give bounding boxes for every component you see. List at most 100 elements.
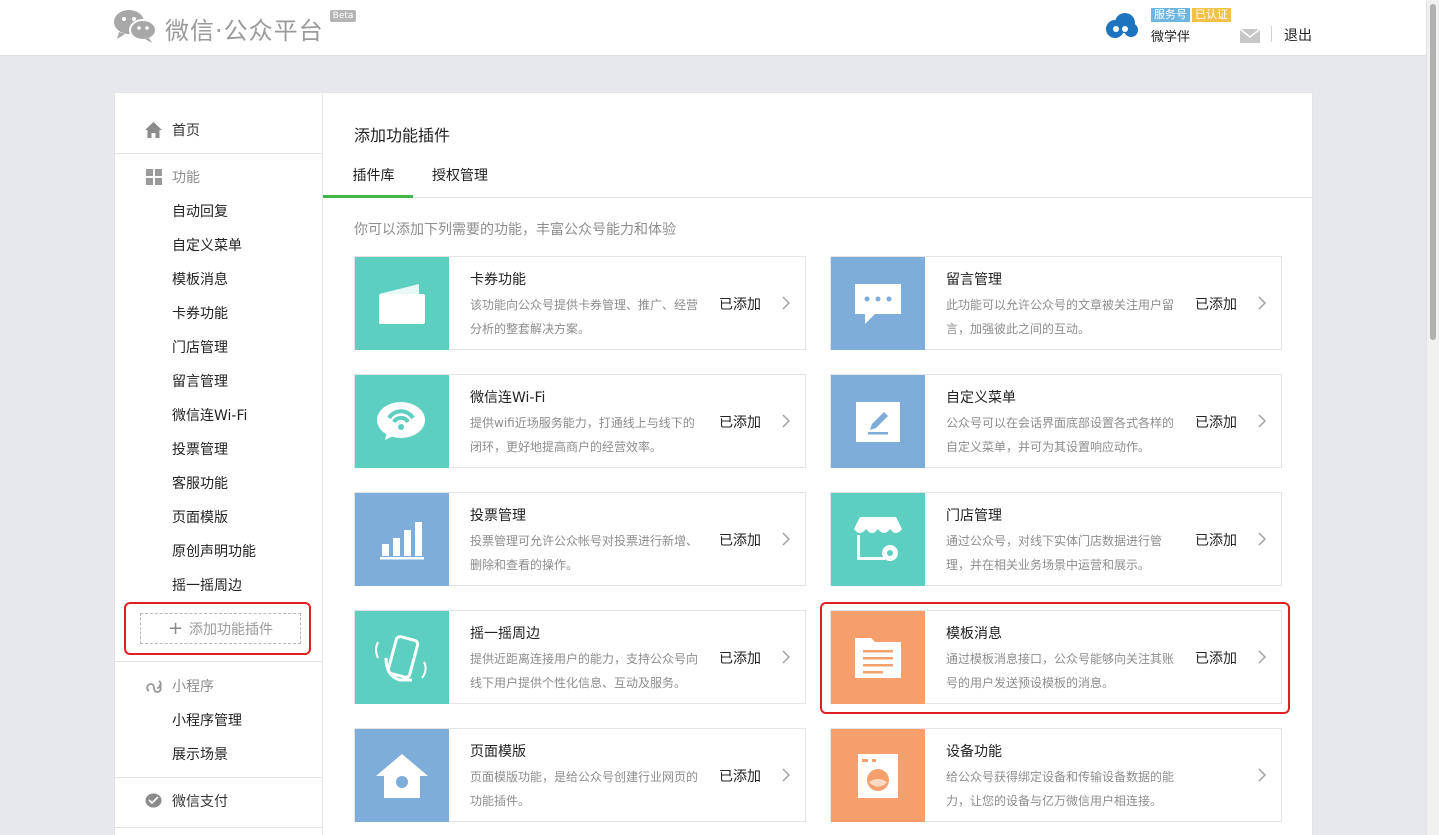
sidebar-divider xyxy=(115,827,322,828)
sidebar-item-customer-service[interactable]: 客服功能 xyxy=(172,473,228,493)
plugin-description: 提供近距离连接用户的能力，支持公众号向线下用户提供个性化信息、互动及服务。 xyxy=(470,652,699,690)
sidebar-item-vote-management[interactable]: 投票管理 xyxy=(172,439,228,459)
sidebar-item-display-scenes[interactable]: 展示场景 xyxy=(172,744,228,764)
sidebar-item-home[interactable]: 首页 xyxy=(145,120,200,140)
plugin-description: 提供wifi近场服务能力，打通线上与线下的闭环，更好地提高商户的经营效率。 xyxy=(470,416,695,454)
sidebar-item-custom-menu[interactable]: 自定义菜单 xyxy=(172,235,242,255)
plugin-name: 摇一摇周边 xyxy=(470,626,540,642)
plugin-card-custom-menu[interactable]: 自定义菜单 公众号可以在会话界面底部设置各式各样的自定义菜单，并可为其设置响应动… xyxy=(830,374,1282,468)
sidebar-heading-miniprogram: 小程序 xyxy=(145,676,214,696)
sidebar-functions-label: 功能 xyxy=(172,170,200,186)
home-icon xyxy=(145,122,162,139)
house-icon xyxy=(355,729,449,822)
sidebar-item-wechat-pay[interactable]: 微信支付 xyxy=(145,791,228,811)
plugin-card-card-coupon[interactable]: 卡券功能 该功能向公众号提供卡券管理、推广、经营分析的整套解决方案。 已添加 xyxy=(354,256,806,350)
plugin-card-device-function[interactable]: 设备功能 给公众号获得绑定设备和传输设备数据的能力，让您的设备与亿万微信用户相连… xyxy=(830,728,1282,822)
plugin-status: 已添加 xyxy=(719,651,761,667)
plugin-description: 投票管理可允许公众帐号对投票进行新增、删除和查看的操作。 xyxy=(470,534,699,572)
sidebar-miniprogram-label: 小程序 xyxy=(172,679,214,695)
tab-bar: 插件库 授权管理 xyxy=(323,156,1312,198)
chevron-right-icon xyxy=(1258,295,1267,314)
chevron-right-icon xyxy=(782,767,791,786)
sidebar-divider xyxy=(115,661,322,662)
verified-badge: 已认证 xyxy=(1192,8,1231,22)
page-title: 添加功能插件 xyxy=(354,126,451,145)
plugin-description: 该功能向公众号提供卡券管理、推广、经营分析的整套解决方案。 xyxy=(470,298,699,336)
header-divider xyxy=(1271,26,1272,42)
plugin-card-vote-management[interactable]: 投票管理 投票管理可允许公众帐号对投票进行新增、删除和查看的操作。 已添加 xyxy=(354,492,806,586)
sidebar-item-shake-nearby[interactable]: 摇一摇周边 xyxy=(172,575,242,595)
chevron-right-icon xyxy=(1258,531,1267,550)
sidebar-item-original-declaration[interactable]: 原创声明功能 xyxy=(172,541,256,561)
content-area: 添加功能插件 插件库 授权管理 你可以添加下列需要的功能，丰富公众号能力和体验 … xyxy=(323,93,1312,835)
add-plugin-highlight: + 添加功能插件 xyxy=(124,602,311,655)
top-header: 微信·公众平台 Beta 服务号 已认证 微学伴 退出 xyxy=(0,0,1426,56)
sidebar-item-auto-reply[interactable]: 自动回复 xyxy=(172,201,228,221)
grid-icon xyxy=(145,169,162,186)
plugin-name: 留言管理 xyxy=(946,272,1002,288)
chevron-right-icon xyxy=(782,531,791,550)
plugin-name: 自定义菜单 xyxy=(946,390,1016,406)
plugin-status: 已添加 xyxy=(1195,415,1237,431)
scrollbar-thumb[interactable] xyxy=(1430,4,1436,340)
sidebar-item-wifi[interactable]: 微信连Wi-Fi xyxy=(172,405,247,425)
shake-phone-icon xyxy=(355,611,449,704)
sidebar-heading-functions: 功能 xyxy=(145,167,200,187)
plugin-name: 微信连Wi-Fi xyxy=(470,390,546,406)
mail-icon[interactable] xyxy=(1239,28,1261,47)
sidebar-item-template-message[interactable]: 模板消息 xyxy=(172,269,228,289)
chevron-right-icon xyxy=(782,413,791,432)
wechat-logo-icon xyxy=(113,8,157,48)
sidebar-item-comment-management[interactable]: 留言管理 xyxy=(172,371,228,391)
add-plugin-label: 添加功能插件 xyxy=(189,621,274,638)
plugin-card-shake-nearby[interactable]: 摇一摇周边 提供近距离连接用户的能力，支持公众号向线下用户提供个性化信息、互动及… xyxy=(354,610,806,704)
template-message-highlight xyxy=(820,602,1290,714)
add-plugin-button[interactable]: + 添加功能插件 xyxy=(140,613,301,644)
plugin-status: 已添加 xyxy=(1195,533,1237,549)
plugin-name: 门店管理 xyxy=(946,508,1002,524)
account-name: 微学伴 xyxy=(1151,30,1191,45)
chevron-right-icon xyxy=(1258,413,1267,432)
tab-plugin-library[interactable]: 插件库 xyxy=(323,165,413,198)
washing-machine-icon xyxy=(831,729,925,822)
plugin-name: 卡券功能 xyxy=(470,272,526,288)
sidebar-divider xyxy=(115,777,322,778)
edit-pen-icon xyxy=(831,375,925,468)
plugin-description: 给公众号获得绑定设备和传输设备数据的能力，让您的设备与亿万微信用户相连接。 xyxy=(946,770,1175,808)
plugin-name: 页面模版 xyxy=(470,744,526,760)
plugin-card-page-template[interactable]: 页面模版 页面模版功能，是给公众号创建行业网页的功能插件。 已添加 xyxy=(354,728,806,822)
plus-icon: + xyxy=(167,618,184,639)
wifi-icon xyxy=(355,375,449,468)
plugin-description: 公众号可以在会话界面底部设置各式各样的自定义菜单，并可为其设置响应动作。 xyxy=(946,416,1175,454)
plugin-description: 页面模版功能，是给公众号创建行业网页的功能插件。 xyxy=(470,770,699,808)
plugin-card-comment-management[interactable]: 留言管理 此功能可以允许公众号的文章被关注用户留言，加强彼此之间的互动。 已添加 xyxy=(830,256,1282,350)
bar-chart-icon xyxy=(355,493,449,586)
plugin-status: 已添加 xyxy=(719,769,761,785)
plugin-name: 设备功能 xyxy=(946,744,1002,760)
plugin-name: 投票管理 xyxy=(470,508,526,524)
miniprogram-icon xyxy=(145,678,162,695)
main-panel: 首页 功能 自动回复 自定义菜单 模板消息 卡券功能 门店管理 留言管理 微信连… xyxy=(114,92,1313,835)
sidebar-divider xyxy=(115,153,322,154)
sidebar-item-store-management[interactable]: 门店管理 xyxy=(172,337,228,357)
plugin-status: 已添加 xyxy=(719,297,761,313)
chevron-right-icon xyxy=(782,649,791,668)
page-scrollbar[interactable] xyxy=(1426,0,1439,835)
plugin-card-store-management[interactable]: 门店管理 通过公众号，对线下实体门店数据进行管理，并在相关业务场景中运营和展示。… xyxy=(830,492,1282,586)
logo-text: 微信·公众平台 xyxy=(165,16,324,45)
plugin-description: 通过公众号，对线下实体门店数据进行管理，并在相关业务场景中运营和展示。 xyxy=(946,534,1163,572)
wechat-mp-logo[interactable]: 微信·公众平台 Beta xyxy=(113,8,357,48)
sidebar-item-miniprogram-management[interactable]: 小程序管理 xyxy=(172,710,242,730)
plugin-card-wifi[interactable]: 微信连Wi-Fi 提供wifi近场服务能力，打通线上与线下的闭环，更好地提高商户… xyxy=(354,374,806,468)
sidebar-wechat-pay-label: 微信支付 xyxy=(172,794,228,810)
card-wallet-icon xyxy=(355,257,449,350)
store-gear-icon xyxy=(831,493,925,586)
sidebar-item-page-template[interactable]: 页面模版 xyxy=(172,507,228,527)
logout-link[interactable]: 退出 xyxy=(1284,25,1312,45)
chevron-right-icon xyxy=(1258,767,1267,786)
sidebar-item-card-coupon[interactable]: 卡券功能 xyxy=(172,303,228,323)
sidebar-home-label: 首页 xyxy=(172,123,200,139)
plugin-status: 已添加 xyxy=(719,533,761,549)
sidebar: 首页 功能 自动回复 自定义菜单 模板消息 卡券功能 门店管理 留言管理 微信连… xyxy=(115,93,323,835)
tab-authorization[interactable]: 授权管理 xyxy=(432,165,488,198)
